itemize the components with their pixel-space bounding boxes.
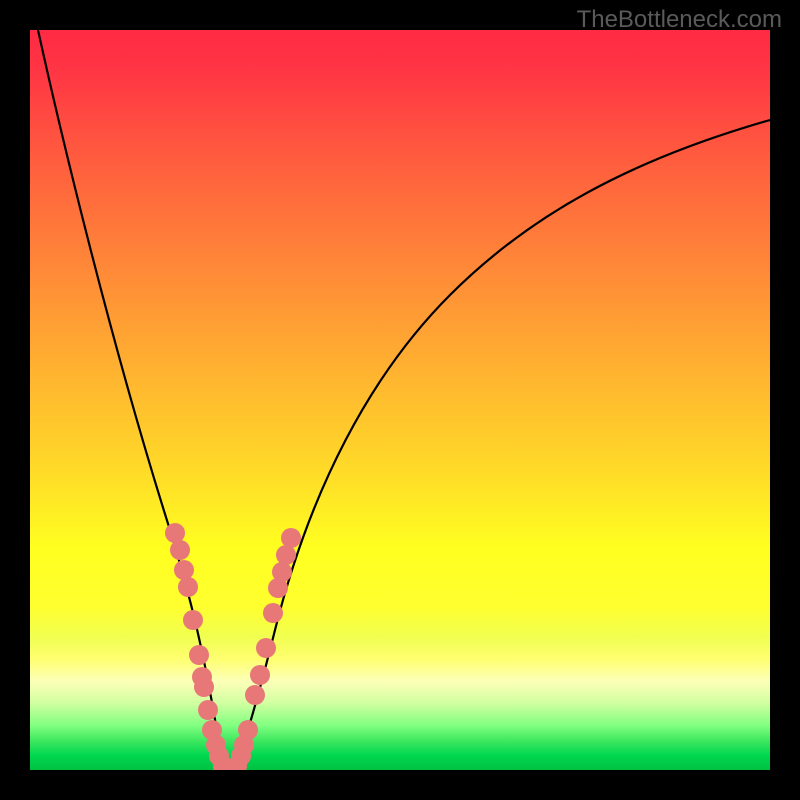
marker-dot	[183, 610, 203, 630]
marker-dot	[165, 523, 185, 543]
marker-dot	[276, 545, 296, 565]
marker-dots-group	[165, 523, 301, 770]
bottleneck-curve-path	[38, 30, 770, 770]
marker-dot	[245, 685, 265, 705]
marker-dot	[170, 540, 190, 560]
bottleneck-curve-svg	[30, 30, 770, 770]
marker-dot	[194, 677, 214, 697]
marker-dot	[263, 603, 283, 623]
marker-dot	[256, 638, 276, 658]
marker-dot	[198, 700, 218, 720]
marker-dot	[272, 562, 292, 582]
marker-dot	[189, 645, 209, 665]
marker-dot	[281, 528, 301, 548]
marker-dot	[238, 720, 258, 740]
marker-dot	[250, 665, 270, 685]
watermark-text: TheBottleneck.com	[577, 6, 782, 34]
marker-dot	[178, 577, 198, 597]
chart-plot-area	[30, 30, 770, 770]
marker-dot	[174, 560, 194, 580]
